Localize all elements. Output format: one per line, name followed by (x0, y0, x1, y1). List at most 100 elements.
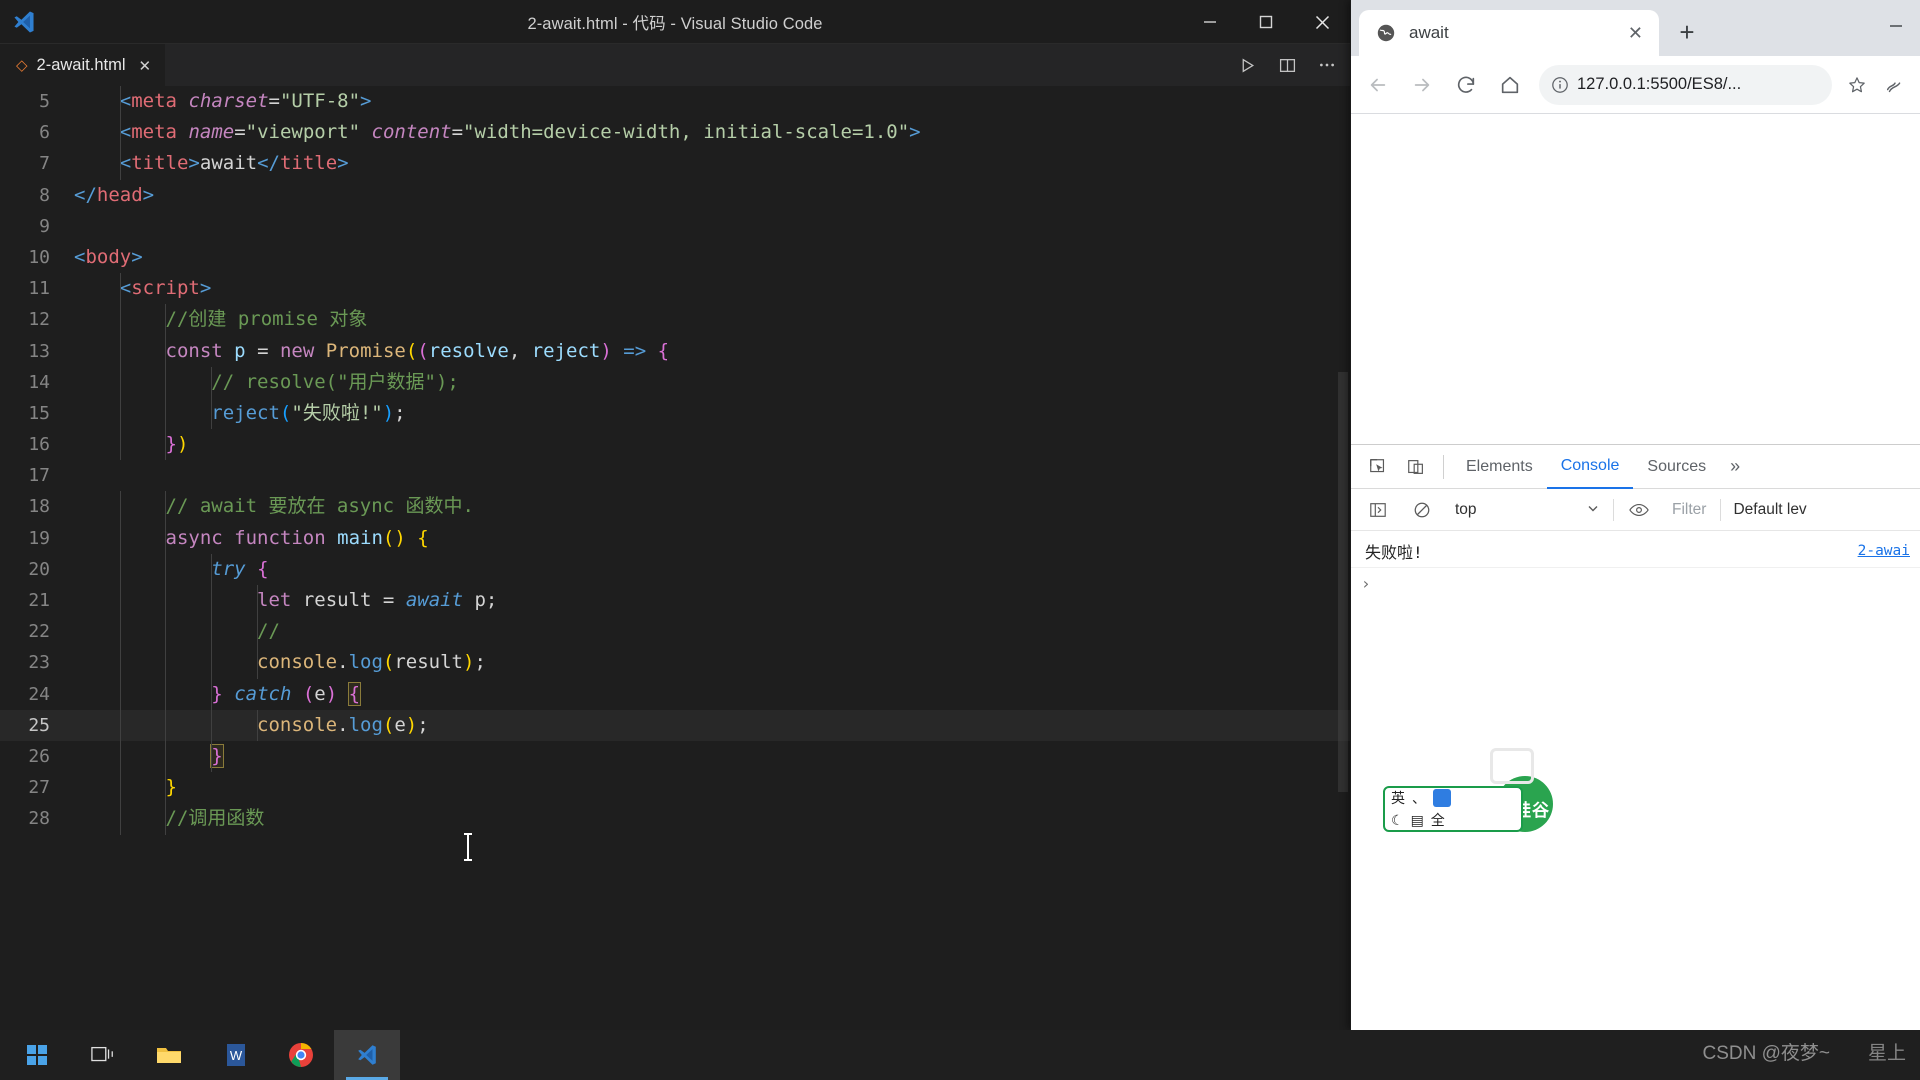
code-token: resolve (428, 339, 509, 362)
code-token: < (119, 121, 132, 144)
code-token: reject (211, 401, 280, 424)
code-line[interactable]: 19 async function main() { (0, 522, 1350, 554)
chrome-button[interactable] (268, 1030, 334, 1080)
code-line[interactable]: 6 <meta name="viewport" content="width=d… (0, 117, 1350, 149)
code-line[interactable]: 7 <title>await</title> (0, 148, 1350, 180)
code-line[interactable]: 17 (0, 460, 1350, 491)
close-button[interactable] (1294, 0, 1350, 44)
maximize-button[interactable] (1238, 0, 1294, 44)
code-line-text: // (74, 616, 280, 648)
code-line[interactable]: 26 } (0, 740, 1350, 773)
code-token: log (348, 651, 383, 674)
code-line-text: <meta name="viewport" content="width=dev… (74, 117, 921, 149)
browser-tab-await[interactable]: await ✕ (1359, 10, 1659, 56)
profile-icon[interactable] (1876, 74, 1914, 96)
console-message-source-link[interactable]: 2-awai (1858, 543, 1910, 559)
ime-language-label[interactable]: 英 (1391, 788, 1405, 808)
code-line[interactable]: 10 <body> (0, 242, 1350, 273)
devtools-tab-console[interactable]: Console (1546, 445, 1634, 489)
indent-guide (119, 585, 121, 617)
clear-console-icon[interactable] (1403, 491, 1441, 529)
html-file-icon: ◇ (16, 57, 28, 74)
start-button[interactable] (4, 1030, 70, 1080)
code-token: ( (405, 339, 418, 362)
code-line[interactable]: 14 // resolve("用户数据"); (0, 366, 1350, 398)
minimize-button[interactable] (1872, 4, 1920, 48)
run-button[interactable] (1230, 48, 1264, 82)
more-actions-button[interactable] (1310, 48, 1344, 82)
info-circle-icon[interactable] (1551, 76, 1569, 94)
line-number: 10 (28, 246, 50, 268)
chevron-right-double-icon[interactable]: » (1720, 445, 1750, 489)
code-token: "width=device-width, initial-scale=1.0" (463, 121, 910, 144)
keyboard-icon[interactable]: ▤ (1411, 812, 1424, 829)
console-level-select[interactable]: Default lev (1727, 501, 1812, 519)
address-bar[interactable]: 127.0.0.1:5500/ES8/... (1539, 64, 1832, 105)
device-toolbar-icon[interactable] (1397, 448, 1435, 486)
indent-guide (119, 117, 121, 149)
indent-guide (256, 647, 258, 679)
code-line[interactable]: 16 }) (0, 429, 1350, 461)
word-button[interactable]: W (202, 1030, 268, 1080)
line-number: 24 (28, 683, 50, 705)
console-prompt[interactable]: › (1351, 568, 1920, 599)
minimize-button[interactable] (1182, 0, 1238, 44)
console-sidebar-icon[interactable] (1359, 491, 1397, 529)
code-token: , (508, 339, 521, 362)
close-icon[interactable]: ✕ (139, 57, 152, 75)
editor-scrollbar-thumb[interactable] (1338, 372, 1348, 792)
indent-guide (119, 772, 121, 804)
inspect-element-icon[interactable] (1359, 448, 1397, 486)
back-button[interactable] (1357, 64, 1399, 106)
code-line[interactable]: 9 (0, 211, 1350, 242)
code-line[interactable]: 11 <script> (0, 273, 1350, 305)
code-token: ( (417, 339, 429, 362)
console-filter-input[interactable]: Filter (1664, 501, 1714, 519)
code-line[interactable]: 13 const p = new Promise((resolve, rejec… (0, 335, 1350, 367)
indent-guide (119, 678, 121, 710)
code-line[interactable]: 5 <meta charset="UTF-8"> (0, 86, 1350, 118)
task-view-button[interactable] (70, 1030, 136, 1080)
code-line[interactable]: 20 try { (0, 553, 1350, 586)
code-line[interactable]: 27 } (0, 772, 1350, 804)
code-token: } (211, 682, 223, 705)
devtools-tab-sources[interactable]: Sources (1633, 445, 1720, 489)
bookmark-star-icon[interactable] (1840, 75, 1874, 95)
forward-button[interactable] (1401, 64, 1443, 106)
code-line[interactable]: 22 // (0, 616, 1350, 648)
chrome-window: await ✕ + 127.0.0.1:5500/ES8/... Element… (1350, 0, 1920, 1030)
code-line[interactable]: 21 let result = await p; (0, 585, 1350, 617)
code-line[interactable]: 8 </head> (0, 180, 1350, 211)
line-number: 7 (39, 153, 50, 175)
file-explorer-button[interactable] (136, 1030, 202, 1080)
line-number: 6 (39, 122, 50, 144)
code-line[interactable]: 12 //创建 promise 对象 (0, 304, 1350, 336)
devtools-tab-elements[interactable]: Elements (1452, 445, 1547, 489)
code-line[interactable]: 15 reject("失败啦!"); (0, 397, 1350, 430)
user-icon[interactable] (1433, 789, 1451, 807)
ime-status-bar[interactable]: 英 、 ☾ ▤ 全 (1383, 786, 1523, 832)
editor-scrollbar[interactable] (1336, 172, 1350, 1030)
code-editor[interactable]: 5 <meta charset="UTF-8"> 6 <meta name="vi… (0, 86, 1350, 835)
page-viewport[interactable] (1351, 114, 1920, 444)
new-tab-button[interactable]: + (1665, 10, 1709, 54)
console-output[interactable]: 失败啦! 2-awai › (1351, 531, 1920, 603)
moon-icon[interactable]: ☾ (1391, 812, 1404, 829)
reload-button[interactable] (1445, 64, 1487, 106)
line-number: 22 (28, 621, 50, 643)
editor-tab-2-await-html[interactable]: ◇ 2-await.html ✕ (0, 44, 166, 86)
split-editor-button[interactable] (1270, 48, 1304, 82)
code-line[interactable]: 18 // await 要放在 async 函数中. (0, 491, 1350, 523)
vscode-button[interactable] (334, 1030, 400, 1080)
home-button[interactable] (1489, 64, 1531, 106)
eye-icon[interactable] (1620, 491, 1658, 529)
code-line[interactable]: 24 } catch (e) { (0, 678, 1350, 710)
code-line[interactable]: 25 console.log(e); (0, 709, 1350, 741)
console-context-select[interactable]: top (1447, 496, 1607, 524)
code-line[interactable]: 28 //调用函数 (0, 803, 1350, 835)
close-icon[interactable]: ✕ (1624, 23, 1647, 44)
code-line[interactable]: 23 console.log(result); (0, 647, 1350, 679)
ime-full-width-label[interactable]: 全 (1431, 810, 1445, 830)
